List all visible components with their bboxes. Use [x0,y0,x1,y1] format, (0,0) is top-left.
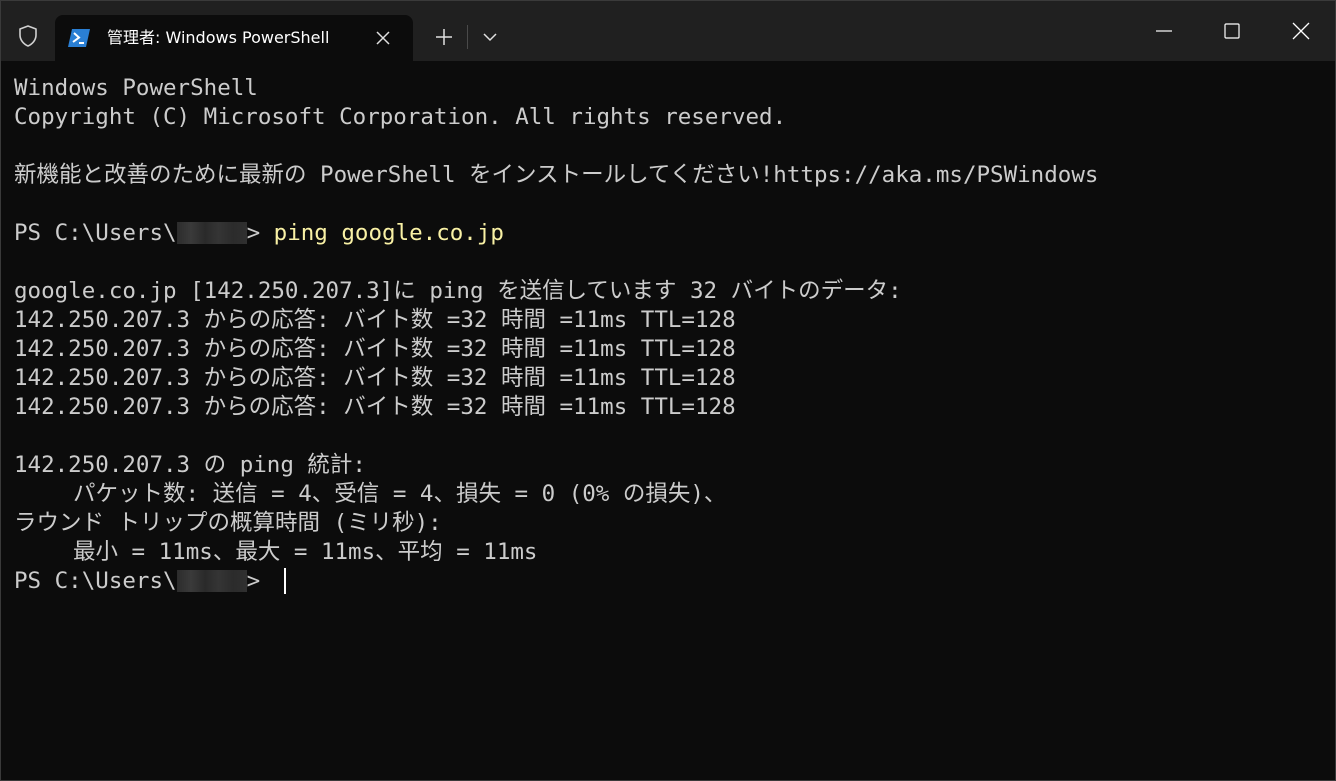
prompt-line[interactable]: PS C:\Users\ > [14,567,286,596]
redacted-username [176,222,247,244]
prompt-prefix: PS C:\Users\ [14,568,177,594]
terminal-output[interactable]: Windows PowerShell Copyright (C) Microso… [1,61,1335,780]
close-window-button[interactable] [1278,9,1324,53]
terminal-line: Windows PowerShell [14,75,258,101]
new-tab-button[interactable] [429,22,459,52]
terminal-line: 142.250.207.3 の ping 統計: [14,452,366,478]
terminal-window: 管理者: Windows PowerShell Windows PowerShe… [0,0,1336,781]
maximize-icon [1224,23,1240,39]
prompt-line: PS C:\Users\ > ping google.co.jp [14,219,504,248]
shield-icon [13,21,43,51]
terminal-line: パケット数: 送信 = 4、受信 = 4、損失 = 0 (0% の損失)、 [73,481,727,507]
prompt-suffix: > [246,568,274,594]
close-icon[interactable] [369,24,397,52]
terminal-line: 最小 = 11ms、最大 = 11ms、平均 = 11ms [73,539,538,565]
title-bar[interactable]: 管理者: Windows PowerShell [1,1,1335,61]
redacted-username [176,570,247,592]
terminal-line: 新機能と改善のために最新の PowerShell をインストールしてください!h… [14,162,1099,188]
plus-icon [436,29,452,45]
tab-title: 管理者: Windows PowerShell [107,28,330,47]
terminal-line: 142.250.207.3 からの応答: バイト数 =32 時間 =11ms T… [14,394,736,420]
terminal-line: ラウンド トリップの概算時間 (ミリ秒): [14,510,442,536]
terminal-line: Copyright (C) Microsoft Corporation. All… [14,104,787,130]
terminal-line: 142.250.207.3 からの応答: バイト数 =32 時間 =11ms T… [14,365,736,391]
tab-powershell[interactable]: 管理者: Windows PowerShell [55,15,413,61]
terminal-line: 142.250.207.3 からの応答: バイト数 =32 時間 =11ms T… [14,336,736,362]
minimize-icon [1156,30,1172,32]
minimize-button[interactable] [1141,9,1187,53]
tab-dropdown-button[interactable] [475,22,505,52]
powershell-icon [67,27,91,49]
terminal-line: google.co.jp [142.250.207.3]に ping を送信して… [14,278,902,304]
tab-divider [467,25,468,49]
prompt-prefix: PS C:\Users\ [14,220,177,246]
prompt-suffix: > [246,220,274,246]
text-cursor [283,568,286,594]
maximize-button[interactable] [1209,9,1255,53]
chevron-down-icon [483,33,497,42]
terminal-line: 142.250.207.3 からの応答: バイト数 =32 時間 =11ms T… [14,307,736,333]
close-icon [1292,22,1310,40]
command-text: ping google.co.jp [273,220,504,246]
